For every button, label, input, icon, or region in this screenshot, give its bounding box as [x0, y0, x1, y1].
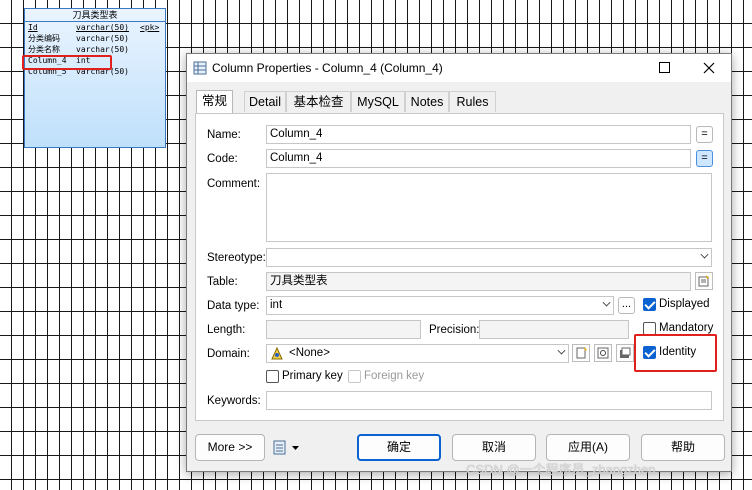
properties-icon — [698, 275, 709, 287]
precision-field[interactable] — [479, 320, 629, 339]
stereotype-combo[interactable] — [266, 248, 712, 267]
table-properties-button[interactable] — [695, 272, 713, 290]
table-symbol-row: 分类编码 varchar(50) — [25, 33, 165, 44]
tab-notes[interactable]: Notes — [405, 91, 449, 112]
tab-detail[interactable]: Detail — [244, 91, 286, 112]
domain-value: <None> — [289, 347, 330, 359]
domain-combo[interactable]: <None> — [266, 344, 569, 363]
stereotype-label: Stereotype: — [207, 252, 266, 264]
domain-label: Domain: — [207, 348, 250, 360]
displayed-label: Displayed — [659, 298, 710, 310]
apply-button[interactable]: 应用(A) — [546, 434, 630, 461]
column-type: varchar(50) — [76, 45, 129, 54]
length-field[interactable] — [266, 320, 421, 339]
name-field[interactable]: Column_4 — [266, 125, 691, 144]
chevron-down-icon[interactable] — [557, 346, 566, 355]
options-menu-button[interactable] — [273, 439, 307, 457]
domain-browse-button[interactable] — [594, 344, 612, 362]
precision-label: Precision: — [429, 324, 480, 336]
tab-basic-checks[interactable]: 基本检查 — [286, 91, 351, 112]
foreign-key-checkbox — [348, 370, 361, 383]
comment-field[interactable] — [266, 173, 712, 242]
tab-general[interactable]: 常规 — [196, 90, 233, 113]
domain-properties-button[interactable] — [616, 344, 634, 362]
name-label: Name: — [207, 129, 241, 141]
keywords-field[interactable] — [266, 391, 712, 410]
mandatory-label: Mandatory — [659, 322, 714, 334]
code-equals-button[interactable]: = — [696, 150, 713, 167]
watermark-text: CSDN @一个程序员_zhangzhen — [466, 462, 656, 477]
close-icon[interactable] — [695, 57, 723, 79]
dialog-title: Column Properties - Column_4 (Column_4) — [212, 61, 443, 75]
datatype-combo[interactable]: int — [266, 296, 614, 315]
tab-mysql[interactable]: MySQL — [351, 91, 405, 112]
code-label: Code: — [207, 153, 238, 165]
column-type: varchar(50) — [76, 23, 129, 32]
code-field[interactable]: Column_4 — [266, 149, 691, 168]
table-label: Table: — [207, 276, 238, 288]
keywords-label: Keywords: — [207, 395, 261, 407]
tab-rules[interactable]: Rules — [449, 91, 496, 112]
datatype-label: Data type: — [207, 300, 260, 312]
maximize-icon[interactable] — [650, 57, 678, 79]
primary-key-label: Primary key — [282, 370, 343, 382]
column-key: <pk> — [140, 23, 160, 32]
comment-label: Comment: — [207, 178, 261, 190]
more-button[interactable]: More >> — [195, 434, 265, 461]
column-name: Id — [28, 23, 38, 32]
chevron-down-icon[interactable] — [602, 298, 611, 307]
column-name: 分类编码 — [28, 34, 60, 43]
datatype-ellipsis-button[interactable]: ... — [618, 297, 635, 314]
displayed-checkbox[interactable] — [643, 298, 656, 311]
column-type: varchar(50) — [76, 34, 129, 43]
chevron-down-icon[interactable] — [700, 250, 709, 259]
domain-new-button[interactable] — [572, 344, 590, 362]
domain-icon — [270, 346, 285, 362]
length-label: Length: — [207, 324, 246, 336]
new-icon — [576, 347, 587, 359]
table-symbol[interactable]: 刀具类型表 Id varchar(50) <pk> 分类编码 varchar(5… — [24, 8, 166, 148]
table-symbol-title: 刀具类型表 — [25, 9, 165, 22]
datatype-value: int — [270, 299, 283, 311]
ok-button[interactable]: 确定 — [357, 434, 441, 461]
highlight-box-identity — [634, 334, 717, 372]
name-equals-button[interactable]: = — [696, 126, 713, 143]
column-properties-dialog: Column Properties - Column_4 (Column_4) … — [186, 53, 732, 472]
browse-icon — [597, 347, 609, 359]
foreign-key-label: Foreign key — [364, 370, 425, 382]
help-button[interactable]: 帮助 — [641, 434, 725, 461]
column-properties-icon — [193, 61, 207, 75]
table-symbol-row: 分类名称 varchar(50) — [25, 44, 165, 55]
dialog-titlebar[interactable]: Column Properties - Column_4 (Column_4) — [187, 54, 731, 82]
properties-icon — [620, 347, 631, 358]
table-symbol-row: Id varchar(50) <pk> — [25, 22, 165, 33]
column-name: 分类名称 — [28, 45, 60, 54]
cancel-button[interactable]: 取消 — [452, 434, 536, 461]
table-field: 刀具类型表 — [266, 272, 691, 291]
primary-key-checkbox[interactable] — [266, 370, 279, 383]
highlight-box-column4 — [22, 55, 112, 70]
